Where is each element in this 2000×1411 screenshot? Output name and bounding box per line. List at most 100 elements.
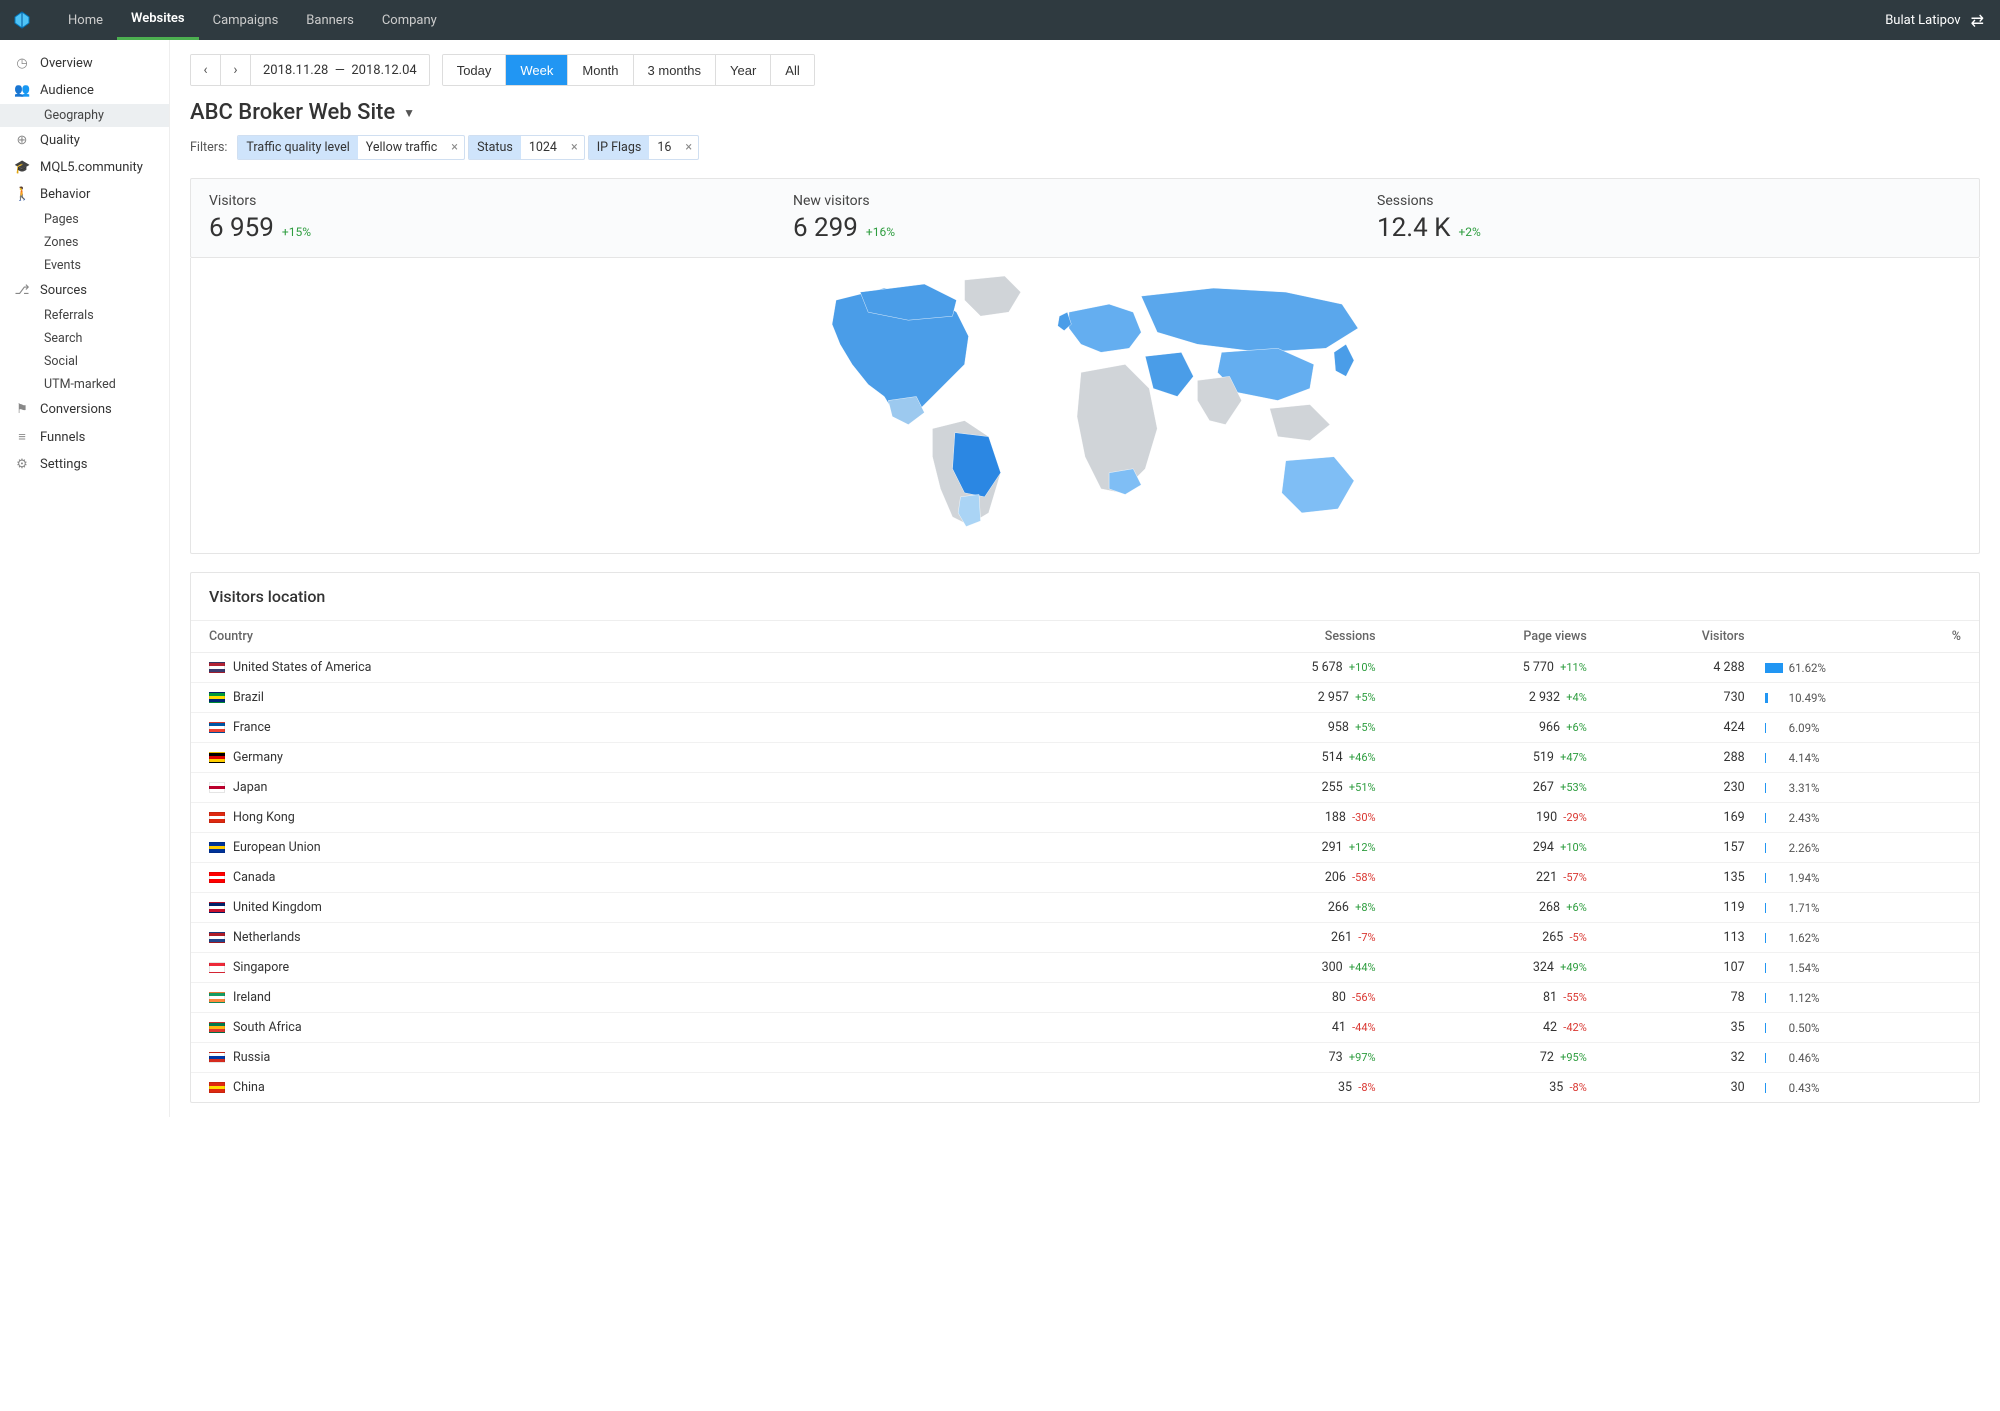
country-name: Hong Kong (233, 810, 295, 825)
table-row[interactable]: Hong Kong188 -30%190 -29%1692.43% (191, 803, 1979, 833)
pct-value: 4.14% (1789, 751, 1820, 765)
sessions-delta: -58% (1352, 871, 1375, 884)
pageviews-value: 268 (1539, 900, 1560, 915)
pageviews-value: 294 (1533, 840, 1554, 855)
user-menu[interactable]: Bulat Latipov ⇄ (1885, 11, 1990, 30)
visitors-value: 288 (1724, 750, 1745, 765)
page-title[interactable]: ABC Broker Web Site (190, 100, 395, 125)
period-all[interactable]: All (771, 55, 813, 85)
filter-chip-remove[interactable]: × (445, 140, 464, 155)
sidebar-item-mql5-community[interactable]: 🎓MQL5.community (0, 154, 169, 181)
period-today[interactable]: Today (443, 55, 507, 85)
pageviews-value: 72 (1540, 1050, 1554, 1065)
table-row[interactable]: Germany514 +46%519 +47%2884.14% (191, 743, 1979, 773)
sessions-value: 73 (1329, 1050, 1343, 1065)
table-row[interactable]: Russia73 +97%72 +95%320.46% (191, 1043, 1979, 1073)
table-row[interactable]: Brazil2 957 +5%2 932 +4%73010.49% (191, 683, 1979, 713)
pct-bar (1765, 693, 1783, 703)
date-next-button[interactable]: › (221, 55, 251, 85)
visitors-location-panel: Visitors location CountrySessionsPage vi… (190, 572, 1980, 1103)
visitors-value: 169 (1724, 810, 1745, 825)
period-year[interactable]: Year (716, 55, 771, 85)
country-name: Japan (233, 780, 267, 795)
filter-chip-remove[interactable]: × (565, 140, 584, 155)
sidebar-item-label: MQL5.community (40, 160, 143, 175)
flag-icon (209, 1052, 225, 1063)
filter-chip: Status1024× (468, 135, 585, 160)
visitors-value: 230 (1724, 780, 1745, 795)
period-selector: TodayWeekMonth3 monthsYearAll (442, 54, 815, 86)
period-3-months[interactable]: 3 months (634, 55, 716, 85)
table-row[interactable]: Singapore300 +44%324 +49%1071.54% (191, 953, 1979, 983)
site-dropdown-icon[interactable]: ▼ (403, 106, 415, 120)
sidebar-subitem-referrals[interactable]: Referrals (0, 304, 169, 327)
pageviews-delta: +6% (1566, 721, 1586, 734)
pageviews-value: 267 (1533, 780, 1554, 795)
sidebar-item-quality[interactable]: ⊕Quality (0, 127, 169, 154)
sidebar-subitem-social[interactable]: Social (0, 350, 169, 373)
table-row[interactable]: China35 -8%35 -8%300.43% (191, 1073, 1979, 1103)
column-header[interactable]: % (1755, 621, 1979, 653)
period-week[interactable]: Week (506, 55, 568, 85)
table-row[interactable]: South Africa41 -44%42 -42%350.50% (191, 1013, 1979, 1043)
country-name: Ireland (233, 990, 271, 1005)
map-greenland (965, 276, 1021, 316)
sidebar-subitem-pages[interactable]: Pages (0, 208, 169, 231)
pageviews-delta: +47% (1560, 751, 1587, 764)
sessions-value: 266 (1328, 900, 1349, 915)
country-name: France (233, 720, 271, 735)
column-header[interactable]: Country (191, 621, 1174, 653)
table-row[interactable]: European Union291 +12%294 +10%1572.26% (191, 833, 1979, 863)
sidebar-subitem-zones[interactable]: Zones (0, 231, 169, 254)
date-range-display[interactable]: 2018.11.28 — 2018.12.04 (251, 55, 429, 85)
sidebar-item-audience[interactable]: 👥Audience (0, 77, 169, 104)
sidebar-subitem-events[interactable]: Events (0, 254, 169, 277)
nav-campaigns[interactable]: Campaigns (199, 0, 293, 40)
stat-delta: +2% (1458, 225, 1480, 239)
table-row[interactable]: Netherlands261 -7%265 -5%1131.62% (191, 923, 1979, 953)
table-row[interactable]: United States of America5 678 +10%5 770 … (191, 653, 1979, 683)
pct-value: 0.43% (1789, 1081, 1820, 1095)
overview-icon: ◷ (14, 56, 30, 71)
pct-bar (1765, 813, 1783, 823)
flag-icon (209, 692, 225, 703)
nav-home[interactable]: Home (54, 0, 117, 40)
conversions-icon: ⚑ (14, 402, 30, 417)
sidebar-item-funnels[interactable]: ≡Funnels (0, 423, 169, 451)
sidebar-subitem-search[interactable]: Search (0, 327, 169, 350)
table-row[interactable]: United Kingdom266 +8%268 +6%1191.71% (191, 893, 1979, 923)
nav-websites[interactable]: Websites (117, 0, 199, 40)
sidebar-item-settings[interactable]: ⚙Settings (0, 451, 169, 478)
period-month[interactable]: Month (568, 55, 633, 85)
date-prev-button[interactable]: ‹ (191, 55, 221, 85)
table-row[interactable]: Japan255 +51%267 +53%2303.31% (191, 773, 1979, 803)
sidebar-item-overview[interactable]: ◷Overview (0, 50, 169, 77)
sessions-delta: -30% (1352, 811, 1375, 824)
sidebar-item-sources[interactable]: ⎇Sources (0, 277, 169, 304)
nav-banners[interactable]: Banners (292, 0, 368, 40)
stats-summary: Visitors6 959+15%New visitors6 299+16%Se… (190, 178, 1980, 258)
sidebar-item-conversions[interactable]: ⚑Conversions (0, 396, 169, 423)
table-row[interactable]: France958 +5%966 +6%4246.09% (191, 713, 1979, 743)
table-row[interactable]: Canada206 -58%221 -57%1351.94% (191, 863, 1979, 893)
column-header[interactable]: Sessions (1174, 621, 1385, 653)
pct-bar (1765, 783, 1783, 793)
sessions-value: 2 957 (1318, 690, 1349, 705)
column-header[interactable]: Visitors (1597, 621, 1755, 653)
sidebar-item-behavior[interactable]: 🚶Behavior (0, 181, 169, 208)
sidebar-subitem-utm-marked[interactable]: UTM-marked (0, 373, 169, 396)
sidebar-item-label: Behavior (40, 187, 90, 202)
filter-chip-remove[interactable]: × (679, 140, 698, 155)
quality-icon: ⊕ (14, 133, 30, 148)
sidebar-item-label: Audience (40, 83, 94, 98)
sessions-delta: -56% (1352, 991, 1375, 1004)
table-row[interactable]: Ireland80 -56%81 -55%781.12% (191, 983, 1979, 1013)
world-map[interactable] (760, 268, 1410, 533)
pageviews-delta: -42% (1563, 1021, 1586, 1034)
column-header[interactable]: Page views (1386, 621, 1597, 653)
pct-bar (1765, 1053, 1783, 1063)
visitors-value: 157 (1724, 840, 1745, 855)
pageviews-value: 5 770 (1523, 660, 1554, 675)
sidebar-subitem-geography[interactable]: Geography (0, 104, 169, 127)
nav-company[interactable]: Company (368, 0, 451, 40)
